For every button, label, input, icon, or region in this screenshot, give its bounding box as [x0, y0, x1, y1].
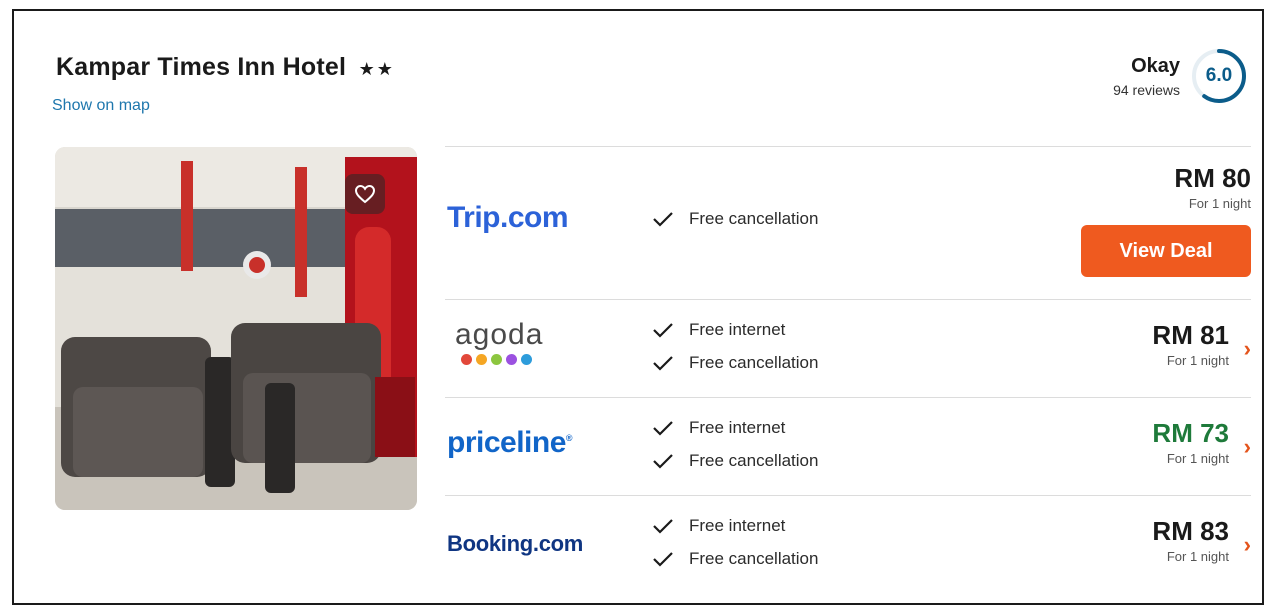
feature-item: Free cancellation — [651, 202, 818, 235]
priceline-logo-text: priceline — [447, 426, 566, 459]
offer-row-priceline[interactable]: priceline® Free internet Free cancellati… — [445, 397, 1251, 495]
feature-label: Free internet — [689, 515, 786, 535]
check-icon — [653, 211, 673, 227]
feature-label: Free internet — [689, 417, 786, 437]
price: RM 81 — [1152, 320, 1229, 350]
hotel-name[interactable]: Kampar Times Inn Hotel — [56, 53, 346, 81]
price: RM 83 — [1152, 516, 1229, 546]
review-count: 94 reviews — [1113, 81, 1180, 98]
price: RM 73 — [1152, 418, 1229, 448]
favorite-button[interactable] — [345, 174, 385, 214]
show-on-map-link[interactable]: Show on map — [52, 97, 150, 115]
price-box: RM 83 For 1 night — [1152, 516, 1229, 564]
feature-label: Free cancellation — [689, 208, 819, 228]
view-deal-button[interactable]: View Deal — [1081, 225, 1251, 277]
tripcom-logo-text: Trip.com — [447, 201, 569, 234]
feature-item: Free internet — [651, 411, 818, 444]
feature-label: Free cancellation — [689, 548, 819, 568]
booking-logo-text: Booking.com — [447, 531, 584, 556]
priceline-logo: priceline® — [447, 426, 573, 459]
per-night-label: For 1 night — [1166, 353, 1229, 368]
price-box: RM 73 For 1 night — [1152, 418, 1229, 466]
feature-label: Free internet — [689, 319, 786, 339]
booking-logo: Booking.com — [447, 531, 583, 557]
offer-row-tripcom[interactable]: Trip.com Free cancellation RM 80 For 1 n… — [445, 146, 1251, 299]
feature-item: Free cancellation — [651, 346, 818, 379]
check-icon — [653, 453, 673, 469]
price-box: RM 80 For 1 night View Deal — [1081, 163, 1251, 277]
tripcom-logo: Trip.com — [447, 201, 569, 235]
check-icon — [653, 551, 673, 567]
title-row: Kampar Times Inn Hotel ★★ — [56, 53, 395, 82]
offer-row-agoda[interactable]: agoda Free internet Free cancellation RM… — [445, 299, 1251, 397]
star-rating: ★★ — [358, 59, 395, 79]
feature-list: Free internet Free cancellation — [651, 509, 818, 575]
price-box: RM 81 For 1 night — [1152, 320, 1229, 368]
agoda-logo-text: agoda — [455, 318, 544, 351]
heart-icon — [354, 184, 376, 204]
agoda-logo: agoda — [455, 320, 543, 365]
chevron-right-icon[interactable]: › — [1244, 532, 1251, 558]
feature-item: Free cancellation — [651, 542, 818, 575]
offers-list: Trip.com Free cancellation RM 80 For 1 n… — [445, 146, 1251, 593]
feature-list: Free internet Free cancellation — [651, 313, 818, 379]
hotel-photo[interactable] — [55, 147, 417, 510]
check-icon — [653, 355, 673, 371]
agoda-dots — [461, 354, 543, 365]
feature-label: Free cancellation — [689, 352, 819, 372]
per-night-label: For 1 night — [1166, 549, 1229, 564]
review-rating[interactable]: Okay 94 reviews 6.0 — [1113, 47, 1248, 105]
rating-label: Okay — [1131, 54, 1180, 77]
price: RM 80 — [1174, 163, 1251, 193]
check-icon — [653, 420, 673, 436]
check-icon — [653, 518, 673, 534]
feature-item: Free internet — [651, 509, 818, 542]
per-night-label: For 1 night — [1188, 196, 1251, 211]
chevron-right-icon[interactable]: › — [1244, 336, 1251, 362]
feature-item: Free cancellation — [651, 444, 818, 477]
offer-row-booking[interactable]: Booking.com Free internet Free cancellat… — [445, 495, 1251, 593]
feature-list: Free cancellation — [651, 202, 818, 235]
rating-text: Okay 94 reviews — [1113, 55, 1180, 98]
feature-item: Free internet — [651, 313, 818, 346]
score-ring: 6.0 — [1190, 47, 1248, 105]
feature-list: Free internet Free cancellation — [651, 411, 818, 477]
feature-label: Free cancellation — [689, 450, 819, 470]
score-value: 6.0 — [1205, 65, 1233, 86]
per-night-label: For 1 night — [1166, 451, 1229, 466]
chevron-right-icon[interactable]: › — [1244, 434, 1251, 460]
hotel-card: Kampar Times Inn Hotel ★★ Show on map Ok… — [12, 9, 1264, 605]
check-icon — [653, 322, 673, 338]
